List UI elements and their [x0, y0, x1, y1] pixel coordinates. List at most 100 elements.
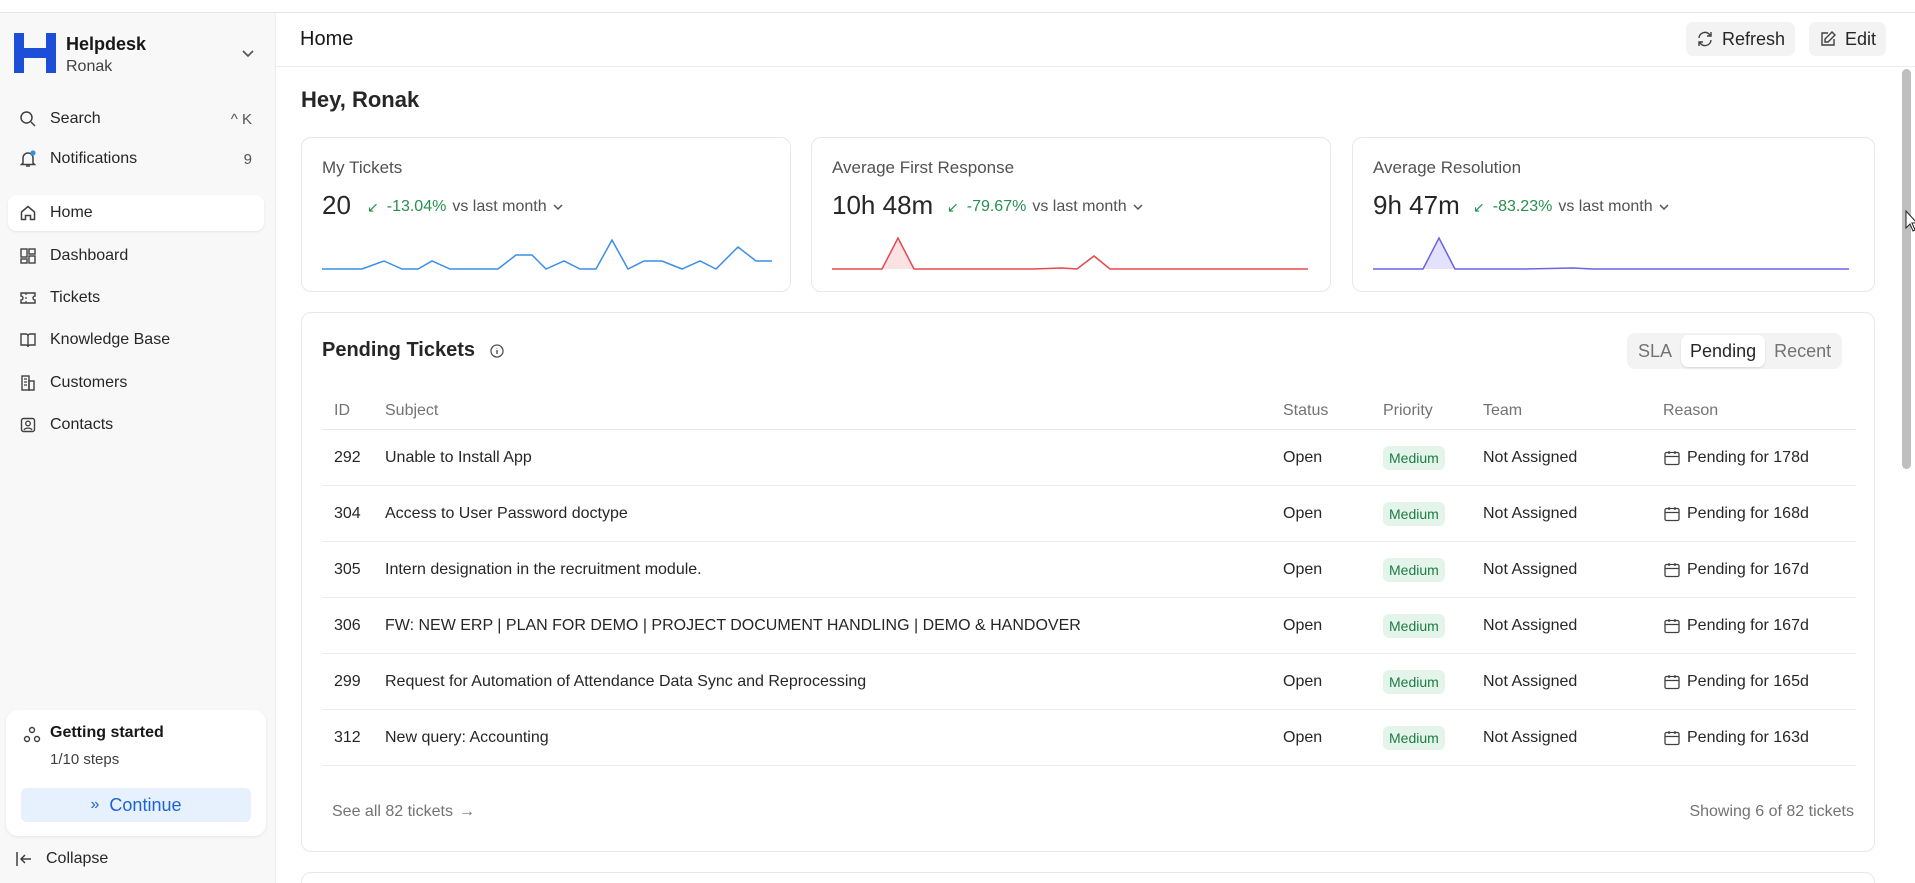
- metric-label: Average Resolution: [1373, 158, 1522, 177]
- ticket-team: Not Assigned: [1483, 672, 1578, 690]
- ticket-team: Not Assigned: [1483, 616, 1578, 634]
- edit-icon: [1821, 31, 1836, 46]
- metric-delta-period: vs last month: [1558, 198, 1653, 215]
- ticket-subject: New query: Accounting: [385, 728, 549, 746]
- tab-recent[interactable]: Recent: [1765, 335, 1840, 367]
- metric-delta-pct: -13.04%: [386, 198, 447, 215]
- calendar-icon: [1664, 450, 1680, 465]
- page-header: Home Refresh Edit: [276, 13, 1915, 67]
- brand-user: Ronak: [66, 58, 113, 75]
- notifications-count: 9: [243, 150, 252, 168]
- col-reason: Reason: [1663, 401, 1719, 419]
- calendar-icon: [1664, 618, 1680, 633]
- ticket-subject: Unable to Install App: [385, 448, 532, 466]
- arrow-down-left-icon: ↙: [1473, 198, 1485, 215]
- page-title: Home: [300, 28, 354, 50]
- onboarding-icon: [23, 726, 41, 743]
- see-all-tickets-link[interactable]: See all 82 tickets →: [332, 803, 475, 821]
- metric-card-my-tickets: My Tickets 20 ↙ -13.04% vs last month: [301, 137, 791, 292]
- refresh-icon: [1698, 31, 1712, 47]
- arrow-down-left-icon: ↙: [947, 198, 959, 215]
- contact-icon: [18, 415, 38, 435]
- ticket-status: Open: [1283, 616, 1323, 634]
- ticket-subject: Access to User Password doctype: [385, 504, 628, 522]
- priority-badge: Medium: [1383, 557, 1445, 582]
- sidebar-item-knowledge-base[interactable]: Knowledge Base: [8, 322, 264, 358]
- window-top-edge: [0, 0, 1915, 13]
- ticket-view-toggle: SLA Pending Recent: [1627, 333, 1843, 369]
- search-label: Search: [50, 110, 101, 127]
- collapse-icon: [16, 852, 31, 866]
- main-scrollbar[interactable]: [1902, 69, 1911, 469]
- col-team: Team: [1483, 401, 1523, 419]
- notifications-button[interactable]: Notifications 9: [8, 141, 264, 177]
- priority-badge: Medium: [1383, 501, 1445, 526]
- continue-label: Continue: [109, 794, 182, 815]
- bell-icon: [18, 149, 38, 169]
- sidebar-item-label: Contacts: [50, 416, 114, 433]
- table-header: ID Subject Status Priority Team Reason: [322, 392, 1856, 430]
- sidebar-item-dashboard[interactable]: Dashboard: [8, 238, 264, 274]
- book-icon: [18, 330, 38, 350]
- chevron-down-icon: [1133, 204, 1143, 211]
- ticket-team: Not Assigned: [1483, 728, 1578, 746]
- metric-delta[interactable]: ↙ -79.67% vs last month: [947, 198, 1145, 216]
- collapse-label: Collapse: [46, 850, 109, 867]
- priority-badge: Medium: [1383, 669, 1445, 694]
- pending-title: Pending Tickets: [322, 339, 476, 361]
- table-row[interactable]: 306 FW: NEW ERP | PLAN FOR DEMO | PROJEC…: [322, 598, 1856, 654]
- metric-delta-pct: -79.67%: [966, 198, 1027, 215]
- table-row[interactable]: 304 Access to User Password doctype Open…: [322, 486, 1856, 542]
- priority-badge: Medium: [1383, 725, 1445, 750]
- sidebar: Helpdesk Ronak Search ^ K Notifications …: [0, 13, 276, 883]
- ticket-status: Open: [1283, 728, 1323, 746]
- chevrons-right-icon: »: [90, 796, 100, 813]
- metric-delta[interactable]: ↙ -83.23% vs last month: [1473, 198, 1671, 216]
- table-row[interactable]: 305 Intern designation in the recruitmen…: [322, 542, 1856, 598]
- ticket-reason: Pending for 168d: [1687, 504, 1809, 522]
- tab-sla[interactable]: SLA: [1629, 335, 1681, 367]
- metric-delta[interactable]: ↙ -13.04% vs last month: [367, 198, 565, 216]
- metric-value: 10h 48m: [832, 190, 934, 220]
- pending-tickets-card: Pending Tickets SLA Pending Recent ID Su…: [301, 312, 1875, 852]
- chevron-down-icon: [553, 204, 563, 211]
- sidebar-item-label: Dashboard: [50, 247, 129, 264]
- search-icon: [18, 109, 38, 129]
- ticket-reason: Pending for 178d: [1687, 448, 1809, 466]
- table-row[interactable]: 299 Request for Automation of Attendance…: [322, 654, 1856, 710]
- ticket-status: Open: [1283, 672, 1323, 690]
- edit-button[interactable]: Edit: [1809, 22, 1887, 56]
- sidebar-item-customers[interactable]: Customers: [8, 365, 264, 401]
- search-button[interactable]: Search ^ K: [8, 101, 264, 137]
- mouse-cursor-icon: [1905, 210, 1915, 232]
- workspace-switcher[interactable]: Helpdesk Ronak: [14, 31, 264, 75]
- ticket-status: Open: [1283, 504, 1323, 522]
- info-icon[interactable]: [489, 343, 505, 359]
- search-shortcut: ^ K: [230, 110, 252, 128]
- table-row[interactable]: 312 New query: Accounting Open Medium No…: [322, 710, 1856, 766]
- home-icon: [18, 203, 38, 223]
- collapse-button[interactable]: Collapse: [14, 849, 108, 869]
- ticket-status: Open: [1283, 448, 1323, 466]
- sidebar-item-contacts[interactable]: Contacts: [8, 407, 264, 443]
- priority-badge: Medium: [1383, 445, 1445, 470]
- calendar-icon: [1664, 674, 1680, 689]
- sidebar-item-home[interactable]: Home: [8, 195, 264, 231]
- ticket-id: 299: [334, 672, 361, 690]
- getting-started-steps: 1/10 steps: [50, 751, 120, 768]
- helpdesk-logo-icon: [14, 33, 56, 73]
- ticket-id: 304: [334, 504, 361, 522]
- table-row[interactable]: 292 Unable to Install App Open Medium No…: [322, 430, 1856, 486]
- ticket-reason: Pending for 167d: [1687, 616, 1809, 634]
- tab-pending[interactable]: Pending: [1681, 335, 1766, 367]
- arrow-down-left-icon: ↙: [367, 198, 379, 215]
- brand-title: Helpdesk: [66, 34, 147, 54]
- building-icon: [18, 373, 38, 393]
- refresh-button[interactable]: Refresh: [1686, 22, 1796, 56]
- continue-button[interactable]: » Continue: [21, 788, 251, 822]
- chevron-down-icon: [1659, 204, 1669, 211]
- ticket-status: Open: [1283, 560, 1323, 578]
- metric-value: 9h 47m: [1373, 190, 1460, 220]
- ticket-id: 305: [334, 560, 361, 578]
- sidebar-item-tickets[interactable]: Tickets: [8, 280, 264, 316]
